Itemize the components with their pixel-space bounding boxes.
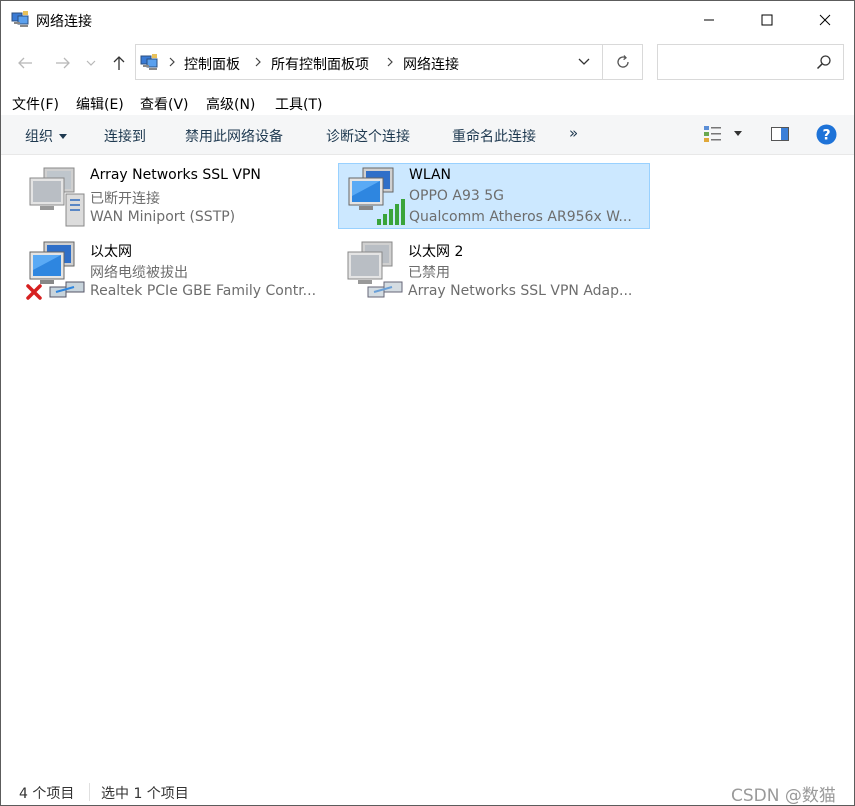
menu-view[interactable]: 查看(V) bbox=[140, 94, 189, 114]
connection-status: 网络电缆被拔出 bbox=[90, 265, 188, 281]
back-button[interactable] bbox=[13, 51, 37, 75]
wifi-connection-icon bbox=[348, 167, 405, 225]
status-divider bbox=[89, 783, 90, 801]
minimize-icon bbox=[704, 19, 714, 21]
connection-item-ethernet[interactable]: 以太网 网络电缆被拔出 Realtek PCIe GBE Family Cont… bbox=[20, 238, 332, 304]
forward-button[interactable] bbox=[51, 51, 75, 75]
close-icon bbox=[819, 14, 831, 26]
view-tiles-icon bbox=[704, 126, 721, 142]
selection-count: 选中 1 个项目 bbox=[101, 786, 189, 802]
ethernet-unplugged-icon bbox=[26, 241, 85, 300]
network-folder-icon bbox=[11, 11, 29, 27]
chevron-down-icon bbox=[578, 58, 590, 65]
preview-pane-button[interactable] bbox=[768, 123, 792, 145]
breadcrumb-network-connections[interactable]: 网络连接 bbox=[403, 54, 459, 74]
connection-name: 以太网 2 bbox=[408, 244, 464, 260]
watermark-text: CSDN @数猫 bbox=[731, 786, 836, 806]
preview-pane-icon bbox=[771, 127, 789, 141]
chevron-right-icon bbox=[255, 57, 261, 67]
network-folder-icon bbox=[140, 54, 158, 70]
search-box[interactable] bbox=[657, 44, 844, 80]
navigation-bar: 控制面板 所有控制面板项 网络连接 bbox=[1, 43, 854, 83]
more-commands-button[interactable]: » bbox=[569, 124, 578, 142]
command-bar: 组织 连接到 禁用此网络设备 诊断这个连接 重命名此连接 » ? bbox=[1, 115, 854, 155]
view-options-dropdown[interactable] bbox=[731, 123, 745, 145]
connection-device: Array Networks SSL VPN Adap... bbox=[408, 283, 633, 299]
address-dropdown-button[interactable] bbox=[566, 45, 602, 79]
change-view-button[interactable] bbox=[701, 123, 725, 145]
chevron-right-icon bbox=[387, 57, 393, 67]
connection-device: Realtek PCIe GBE Family Contr... bbox=[90, 283, 317, 299]
connection-item-wlan[interactable]: WLAN OPPO A93 5G Qualcomm Atheros AR956x… bbox=[338, 163, 650, 229]
connection-device: Qualcomm Atheros AR956x W... bbox=[409, 209, 632, 225]
title-bar: 网络连接 bbox=[1, 1, 854, 39]
refresh-icon bbox=[617, 55, 629, 68]
arrow-up-icon bbox=[113, 56, 125, 70]
refresh-button[interactable] bbox=[603, 45, 643, 79]
organize-label: 组织 bbox=[25, 129, 53, 145]
caret-down-icon bbox=[734, 131, 742, 136]
connection-name: Array Networks SSL VPN bbox=[90, 167, 261, 183]
connection-name: WLAN bbox=[409, 167, 452, 183]
connection-item-vpn[interactable]: Array Networks SSL VPN 已断开连接 WAN Minipor… bbox=[20, 164, 332, 230]
maximize-icon bbox=[761, 14, 773, 26]
arrow-right-icon bbox=[56, 57, 70, 69]
chevron-down-icon bbox=[86, 60, 96, 66]
maximize-button[interactable] bbox=[738, 1, 796, 39]
connection-status: 已禁用 bbox=[408, 265, 450, 281]
minimize-button[interactable] bbox=[680, 1, 738, 39]
chevron-right-icon bbox=[169, 57, 175, 67]
close-button[interactable] bbox=[796, 1, 854, 39]
connection-item-ethernet-2[interactable]: 以太网 2 已禁用 Array Networks SSL VPN Adap... bbox=[338, 238, 650, 304]
menu-file[interactable]: 文件(F) bbox=[12, 94, 59, 114]
svg-text:?: ? bbox=[822, 127, 830, 143]
disable-device-button[interactable]: 禁用此网络设备 bbox=[185, 126, 283, 146]
window-title: 网络连接 bbox=[36, 14, 92, 30]
status-bar: 4 个项目 选中 1 个项目 CSDN @数猫 bbox=[1, 777, 854, 805]
vpn-connection-icon bbox=[29, 167, 85, 227]
menu-tools[interactable]: 工具(T) bbox=[275, 94, 322, 114]
connection-name: 以太网 bbox=[90, 244, 132, 260]
caret-down-icon bbox=[59, 134, 67, 139]
up-button[interactable] bbox=[107, 51, 131, 75]
search-input[interactable] bbox=[662, 51, 816, 75]
organize-button[interactable]: 组织 bbox=[25, 126, 67, 146]
network-connections-window: 网络连接 控制面板 所有控制面板项 网络连接 文件(F) 编辑(E) 查看(V)… bbox=[0, 0, 855, 806]
connect-to-button[interactable]: 连接到 bbox=[104, 126, 146, 146]
diagnose-button[interactable]: 诊断这个连接 bbox=[326, 126, 410, 146]
search-icon[interactable] bbox=[816, 54, 832, 70]
connection-status: OPPO A93 5G bbox=[409, 188, 504, 204]
connection-device: WAN Miniport (SSTP) bbox=[90, 209, 236, 225]
menu-advanced[interactable]: 高级(N) bbox=[206, 94, 255, 114]
item-count: 4 个项目 bbox=[19, 786, 75, 802]
arrow-left-icon bbox=[18, 57, 32, 69]
menu-bar: 文件(F) 编辑(E) 查看(V) 高级(N) 工具(T) bbox=[1, 91, 854, 115]
ethernet-disabled-icon bbox=[347, 241, 403, 298]
menu-edit[interactable]: 编辑(E) bbox=[76, 94, 124, 114]
breadcrumb-all-control-panel-items[interactable]: 所有控制面板项 bbox=[271, 54, 369, 74]
help-icon: ? bbox=[816, 124, 836, 144]
help-button[interactable]: ? bbox=[814, 123, 838, 145]
address-bar[interactable]: 控制面板 所有控制面板项 网络连接 bbox=[135, 44, 643, 80]
connection-status: 已断开连接 bbox=[90, 191, 160, 207]
recent-locations-button[interactable] bbox=[83, 51, 99, 75]
connections-view: Array Networks SSL VPN 已断开连接 WAN Minipor… bbox=[1, 155, 854, 775]
breadcrumb-control-panel[interactable]: 控制面板 bbox=[184, 54, 240, 74]
rename-button[interactable]: 重命名此连接 bbox=[452, 126, 536, 146]
